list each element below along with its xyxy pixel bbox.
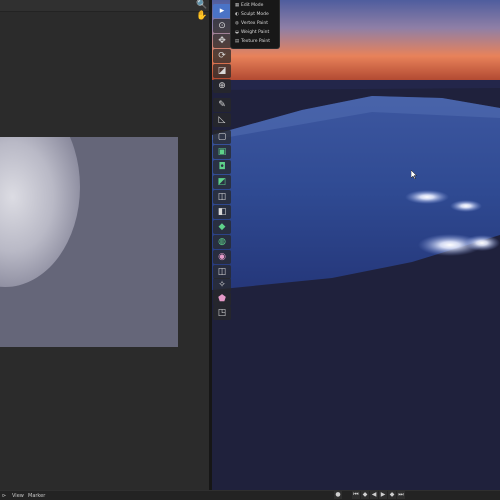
annotate-tool[interactable]: ✎ [213,98,231,112]
image-canvas[interactable] [0,137,178,347]
play-reverse-button[interactable]: ◀ [370,491,378,499]
shear-tool[interactable]: ✧ [213,278,231,292]
edit-mode-icon: ▦ [234,3,240,8]
light-glow-2 [450,200,482,212]
image-highlight [0,137,80,287]
transform-tool[interactable]: ⊕ [213,79,231,93]
texture-paint-icon: ▤ [234,39,240,44]
menu-item-label: Vertex Paint [241,21,269,26]
jump-end-button[interactable]: ⏭ [397,491,405,499]
play-button[interactable]: ▶ [379,491,387,499]
next-keyframe-button[interactable]: ◆ [388,491,396,499]
editor-type-icon[interactable]: ⊳ [2,491,6,500]
menu-item-edit-mode[interactable]: ▦ Edit Mode [233,1,279,10]
viewport-scene [212,0,500,490]
menu-item-label: Edit Mode [241,3,264,8]
rip-region-tool[interactable]: ⬟ [213,292,231,306]
image-editor-header-icons: 🔍 ✋ [194,0,209,24]
interaction-mode-menu: ▦ Edit Mode ◐ Sculpt Mode ◍ Vertex Paint ◒ W… [230,0,280,49]
menu-item-vertex-paint[interactable]: ◍ Vertex Paint [233,19,279,28]
3d-viewport[interactable] [212,0,500,490]
hand-icon[interactable]: ✋ [196,11,207,22]
rotate-tool[interactable]: ⟳ [213,49,231,63]
loop-cut-tool[interactable]: ◫ [213,190,231,204]
light-glow-1 [405,190,449,204]
menu-item-label: Weight Paint [241,30,270,35]
poly-build-tool[interactable]: ◆ [213,220,231,234]
sculpt-mode-icon: ◐ [235,12,239,17]
spin-tool[interactable]: ◍ [213,235,231,249]
weight-paint-icon: ◒ [235,30,239,35]
bevel-tool[interactable]: ◩ [213,175,231,189]
cursor-tool[interactable]: ⊙ [213,19,231,33]
smooth-tool[interactable]: ◉ [213,250,231,264]
menu-item-label: Texture Paint [241,39,271,44]
measure-tool[interactable]: ◺ [213,113,231,127]
image-editor-header [0,0,209,12]
tool-shelf: ▸ ⊙ ✥ ⟳ ◪ ⊕ ✎ ◺ ▢ ▣ ◘ ◩ ◫ ◧ ◆ ◍ ◉ ◫ ✧ ⬟ … [213,4,231,320]
shrink-fatten-tool[interactable]: ◫ [213,265,231,279]
timeline-header: ⊳ View Marker [0,490,500,500]
blender-window: 🔍 ✋ ▸ ⊙ ✥ ⟳ ◪ ⊕ ✎ ◺ ▢ ▣ ◘ ◩ ◫ ◧ ◆ ◍ ◉ ◫ … [0,0,500,500]
record-button[interactable]: ● [334,491,342,499]
jump-start-button[interactable]: ⏮ [352,491,360,499]
inset-faces-tool[interactable]: ◘ [213,160,231,174]
move-tool[interactable]: ✥ [213,34,231,48]
menu-item-texture-paint[interactable]: ▤ Texture Paint [233,37,279,46]
knife-tool[interactable]: ◧ [213,205,231,219]
scale-tool[interactable]: ◪ [213,64,231,78]
add-cube-tool[interactable]: ▢ [213,130,231,144]
vertex-paint-icon: ◍ [235,21,239,26]
view-menu[interactable]: View [12,491,24,500]
mouse-pointer-icon [411,170,417,179]
light-glow-4 [464,235,500,251]
image-editor[interactable]: 🔍 ✋ [0,0,209,490]
extrude-region-tool[interactable]: ▣ [213,145,231,159]
prev-keyframe-button[interactable]: ◆ [361,491,369,499]
zoom-icon[interactable]: 🔍 [196,0,207,11]
menu-item-sculpt-mode[interactable]: ◐ Sculpt Mode [233,10,279,19]
menu-item-label: Sculpt Mode [241,12,269,17]
vertex-slide-tool[interactable]: ◳ [213,306,231,320]
select-tool[interactable]: ▸ [213,4,231,18]
menu-item-weight-paint[interactable]: ◒ Weight Paint [233,28,279,37]
marker-menu[interactable]: Marker [28,491,45,500]
